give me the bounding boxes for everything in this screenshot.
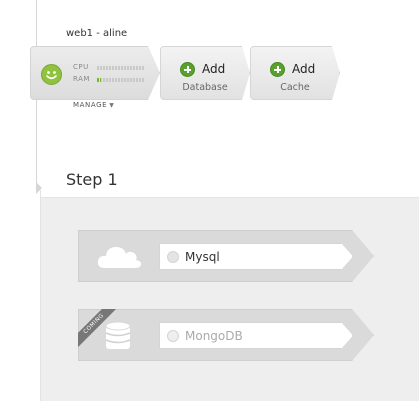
cloud-icon [95,241,143,273]
manage-menu-button[interactable]: MANAGE ▼ [73,101,114,109]
server-name: web1 - aline [66,28,128,39]
add-database-button[interactable]: Add Database [160,46,250,100]
ram-meter [97,78,145,82]
ram-meter-fill [97,78,101,82]
ram-label: RAM [73,75,90,83]
step-title: Step 1 [66,170,118,189]
plus-icon [180,62,195,77]
add-cache-subtitle: Cache [280,82,310,93]
chevron-down-icon: ▼ [109,102,115,109]
manage-label: MANAGE [73,101,108,109]
cpu-label: CPU [73,63,89,71]
add-database-subtitle: Database [182,82,228,93]
service-field-mysql[interactable]: Mysql [159,243,353,270]
database-icon [101,320,149,352]
server-status-smiley-icon [41,64,62,85]
service-name-mongodb: MongoDB [185,329,243,343]
service-name-mysql: Mysql [185,250,220,264]
service-radio [167,330,179,342]
service-field-mongodb: MongoDB [159,322,353,349]
add-database-title: Add [202,62,226,76]
service-option-mongodb: COMING MongoDB [78,309,374,361]
plus-icon [270,62,285,77]
service-option-mysql[interactable]: Mysql [78,230,374,282]
page-rail-notch [36,182,42,194]
server-tile[interactable]: CPU RAM [30,46,160,100]
add-cache-title: Add [292,62,316,76]
service-selection-panel [41,197,419,401]
service-radio[interactable] [167,251,179,263]
cpu-meter [97,66,145,70]
add-cache-button[interactable]: Add Cache [250,46,340,100]
